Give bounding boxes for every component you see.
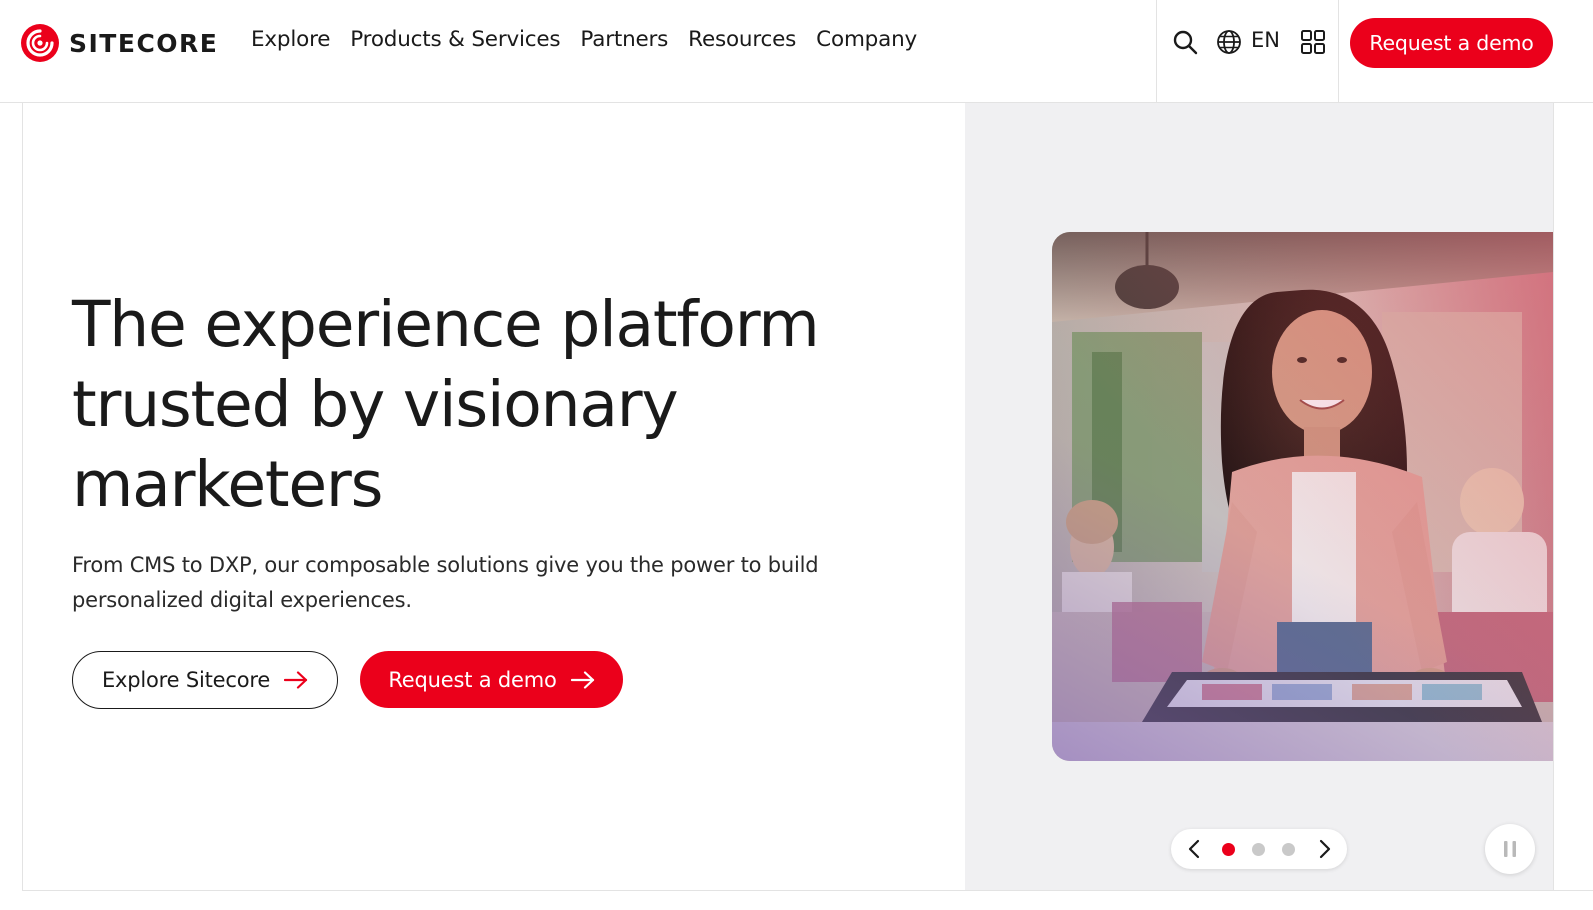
nav-item-company[interactable]: Company (816, 27, 917, 52)
nav-item-products-services[interactable]: Products & Services (350, 27, 560, 52)
arrow-right-icon (284, 671, 308, 689)
hero-image (1052, 232, 1553, 761)
grid-icon[interactable] (1300, 29, 1326, 55)
carousel-pause-button[interactable] (1485, 824, 1535, 874)
explore-sitecore-button[interactable]: Explore Sitecore (72, 651, 338, 709)
hero-headline: The experience platform trusted by visio… (72, 288, 820, 521)
carousel-dot-3[interactable] (1282, 843, 1295, 856)
logo-text: SITECORE (69, 28, 219, 58)
nav-item-resources[interactable]: Resources (688, 27, 796, 52)
hero-photo-illustration (1052, 232, 1553, 761)
main-nav: Explore Products & Services Partners Res… (251, 27, 917, 52)
carousel-dot-2[interactable] (1252, 843, 1265, 856)
pause-icon (1504, 841, 1516, 857)
request-demo-label: Request a demo (388, 667, 557, 692)
sitecore-logo[interactable]: SITECORE (21, 24, 218, 62)
nav-item-partners[interactable]: Partners (580, 27, 668, 52)
language-selector[interactable]: EN (1251, 28, 1280, 52)
site-header: SITECORE Explore Products & Services Par… (0, 0, 1593, 103)
explore-sitecore-label: Explore Sitecore (101, 668, 271, 692)
globe-icon[interactable] (1216, 29, 1242, 55)
carousel-dot-1[interactable] (1222, 843, 1235, 856)
request-demo-header-button[interactable]: Request a demo (1350, 18, 1553, 68)
search-icon[interactable] (1172, 29, 1198, 55)
sitecore-swirl-icon (21, 24, 59, 62)
chevron-left-icon[interactable] (1185, 839, 1205, 859)
hero-subtext: From CMS to DXP, our composable solution… (72, 553, 819, 612)
request-demo-hero-button[interactable]: Request a demo (360, 651, 623, 708)
nav-item-explore[interactable]: Explore (251, 27, 330, 52)
carousel-controls (1171, 829, 1347, 869)
section-divider (22, 890, 1593, 891)
utility-bar: EN (1156, 0, 1339, 103)
chevron-right-icon[interactable] (1314, 839, 1334, 859)
arrow-right-icon (570, 670, 594, 689)
